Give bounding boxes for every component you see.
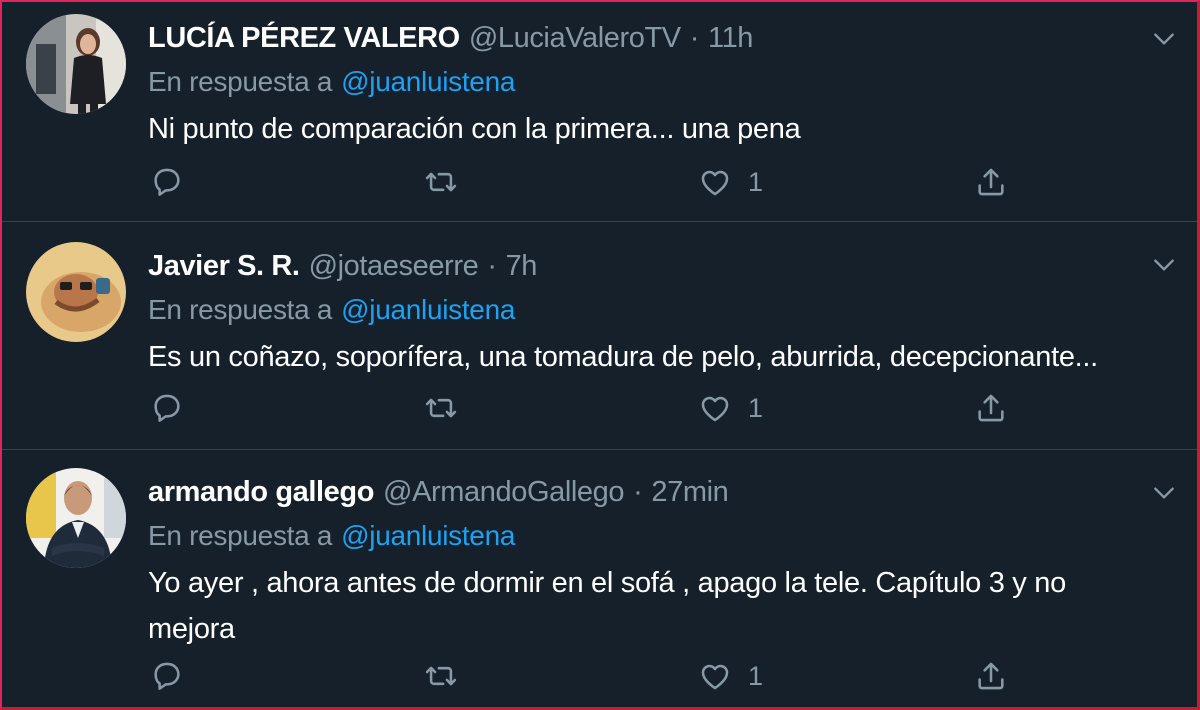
retweet-button[interactable]	[424, 160, 458, 204]
timestamp[interactable]: 11h	[708, 22, 753, 55]
like-count: 1	[748, 166, 764, 197]
tweet-header: armando gallego @ArmandoGallego · 27min	[148, 474, 1137, 510]
display-name[interactable]: LUCÍA PÉREZ VALERO	[148, 22, 460, 55]
reply-button[interactable]	[150, 386, 184, 430]
replying-to: En respuesta a @juanluistena	[148, 518, 515, 554]
timestamp[interactable]: 27min	[651, 476, 728, 509]
retweet-icon	[425, 666, 457, 686]
tweet-actions: 1	[148, 160, 1048, 204]
display-name[interactable]: armando gallego	[148, 476, 374, 509]
tweet[interactable]: armando gallego @ArmandoGallego · 27min …	[2, 450, 1197, 710]
retweet-icon	[425, 172, 457, 192]
share-button[interactable]	[974, 160, 1008, 204]
separator-dot: ·	[689, 21, 700, 54]
share-icon	[978, 394, 1004, 422]
heart-icon	[701, 396, 729, 422]
separator-dot: ·	[633, 475, 643, 508]
tweet-actions: 1	[148, 654, 1048, 698]
heart-icon	[701, 664, 729, 690]
chevron-down-icon[interactable]	[1149, 24, 1179, 54]
like-count: 1	[748, 660, 764, 691]
reply-icon	[154, 662, 180, 690]
chevron-down-icon[interactable]	[1149, 478, 1179, 508]
user-handle[interactable]: @LuciaValeroTV	[469, 22, 681, 55]
mention-link[interactable]: @juanluistena	[341, 66, 515, 98]
avatar[interactable]	[26, 468, 126, 568]
avatar[interactable]	[26, 242, 126, 342]
reply-button[interactable]	[150, 160, 184, 204]
replies-feed: LUCÍA PÉREZ VALERO @LuciaValeroTV · 11h …	[2, 2, 1197, 707]
replying-to-label: En respuesta a	[148, 294, 333, 325]
retweet-button[interactable]	[424, 654, 458, 698]
retweet-button[interactable]	[424, 386, 458, 430]
user-handle[interactable]: @ArmandoGallego	[383, 476, 624, 509]
replying-to-label: En respuesta a	[148, 520, 333, 551]
reply-icon	[154, 168, 180, 196]
like-count: 1	[748, 392, 764, 423]
share-icon	[978, 168, 1004, 196]
share-icon	[978, 662, 1004, 690]
reply-icon	[154, 394, 180, 422]
display-name[interactable]: Javier S. R.	[148, 250, 300, 283]
user-handle[interactable]: @jotaeseerre	[309, 250, 479, 283]
separator-dot: ·	[487, 249, 497, 282]
retweet-icon	[425, 398, 457, 418]
tweet-actions: 1	[148, 386, 1048, 430]
tweet[interactable]: Javier S. R. @jotaeseerre · 7h En respue…	[2, 222, 1197, 450]
share-button[interactable]	[974, 386, 1008, 430]
tweet-text: Ni punto de comparación con la primera..…	[148, 113, 801, 145]
heart-icon	[701, 170, 729, 196]
like-button[interactable]: 1	[698, 160, 763, 204]
replying-to: En respuesta a @juanluistena	[148, 292, 515, 328]
tweet-header: Javier S. R. @jotaeseerre · 7h	[148, 248, 1137, 284]
mention-link[interactable]: @juanluistena	[341, 520, 515, 552]
like-button[interactable]: 1	[698, 654, 763, 698]
tweet-text: Es un coñazo, soporífera, una tomadura d…	[148, 341, 1098, 373]
chevron-down-icon[interactable]	[1149, 250, 1179, 280]
tweet-text: Yo ayer , ahora antes de dormir en el so…	[148, 567, 1066, 645]
timestamp[interactable]: 7h	[506, 250, 538, 283]
mention-link[interactable]: @juanluistena	[341, 294, 515, 326]
share-button[interactable]	[974, 654, 1008, 698]
replying-to: En respuesta a @juanluistena	[148, 64, 515, 100]
avatar[interactable]	[26, 14, 126, 114]
tweet[interactable]: LUCÍA PÉREZ VALERO @LuciaValeroTV · 11h …	[2, 2, 1197, 222]
reply-button[interactable]	[150, 654, 184, 698]
like-button[interactable]: 1	[698, 386, 763, 430]
replying-to-label: En respuesta a	[148, 66, 333, 97]
tweet-header: LUCÍA PÉREZ VALERO @LuciaValeroTV · 11h	[148, 20, 1137, 56]
